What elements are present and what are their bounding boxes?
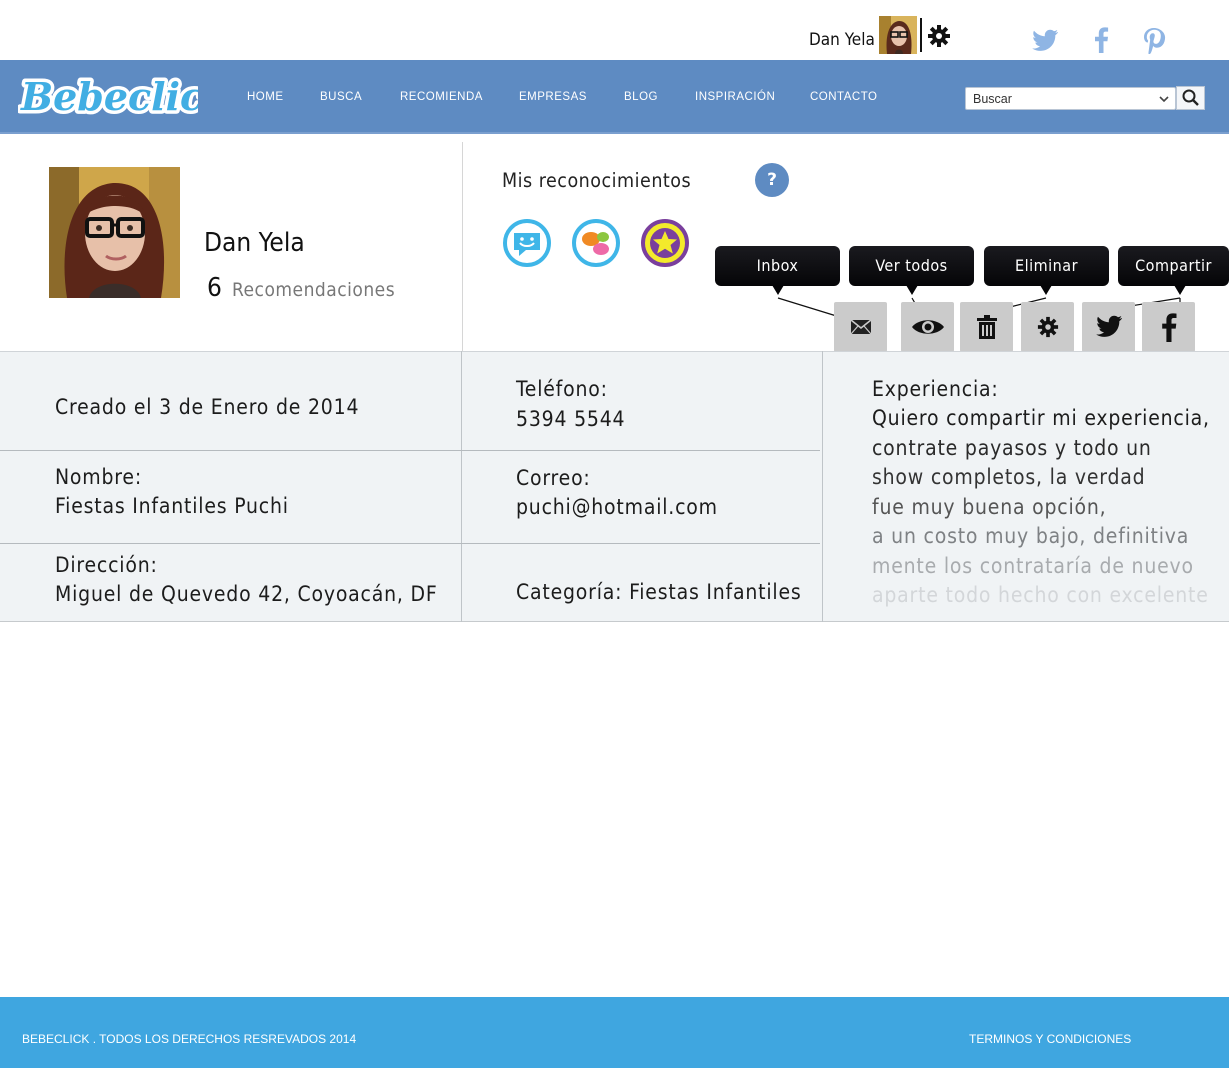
help-button[interactable]: ? <box>755 163 789 197</box>
experiencia-text: Quiero compartir mi experiencia, contrat… <box>872 404 1210 611</box>
search-icon <box>1182 89 1199 106</box>
experiencia-line: aparte todo hecho con excelente <box>872 583 1209 607</box>
share-facebook-button[interactable] <box>1142 302 1195 352</box>
facebook-icon <box>1161 313 1176 342</box>
details-row-divider <box>0 543 820 544</box>
tooltip-compartir: Compartir <box>1118 246 1229 295</box>
inbox-button[interactable] <box>834 302 887 352</box>
delete-button[interactable] <box>960 302 1013 352</box>
nav-item-contacto[interactable]: CONTACTO <box>810 91 877 103</box>
main-nav: Bebeclick Bebeclick HOME BUSCA RECOMIEND… <box>0 60 1229 134</box>
experiencia-label: Experiencia: <box>872 377 999 401</box>
twitter-icon <box>1095 315 1122 337</box>
tooltip-inbox: Inbox <box>715 246 840 295</box>
profile-photo <box>49 167 180 298</box>
nav-item-inspiracion[interactable]: INSPIRACIÓN <box>695 91 775 103</box>
top-bar: Dan Yela <box>0 0 1229 60</box>
recognitions-title: Mis reconocimientos <box>502 169 692 192</box>
profile-divider <box>462 142 463 351</box>
correo-label: Correo: <box>516 466 591 490</box>
search-select[interactable]: Buscar <box>965 87 1176 110</box>
chevron-down-icon <box>1157 89 1171 109</box>
experiencia-line: mente los contrataría de nuevo <box>872 553 1194 578</box>
trash-icon <box>976 315 997 339</box>
nav-item-blog[interactable]: BLOG <box>624 91 658 103</box>
smiley-message-icon[interactable] <box>502 218 552 268</box>
top-separator <box>920 18 922 52</box>
chat-bubbles-icon[interactable] <box>571 218 621 268</box>
details-divider <box>822 351 823 622</box>
experiencia-line: Quiero compartir mi experiencia, <box>872 406 1210 430</box>
correo-value[interactable]: puchi@hotmail.com <box>516 492 718 522</box>
mail-icon <box>850 319 871 335</box>
direccion-label: Dirección: <box>55 553 158 577</box>
experiencia-line: show completos, la verdad <box>872 465 1146 489</box>
created-date: Creado el 3 de Enero de 2014 <box>55 395 360 419</box>
gear-icon <box>1037 316 1058 338</box>
footer: BEBECLICK . TODOS LOS DERECHOS RESREVADO… <box>0 997 1229 1068</box>
avatar[interactable] <box>879 16 917 54</box>
profile-name: Dan Yela <box>204 228 305 258</box>
categoria: Categoría: Fiestas Infantiles <box>516 580 802 604</box>
gear-icon[interactable] <box>927 24 951 48</box>
nav-item-recomienda[interactable]: RECOMIENDA <box>400 91 483 103</box>
share-twitter-button[interactable] <box>1082 302 1135 352</box>
star-icon[interactable] <box>640 218 690 268</box>
telefono-label: Teléfono: <box>516 377 608 401</box>
terms-link[interactable]: TERMINOS Y CONDICIONES <box>969 1032 1131 1046</box>
search-select-value: Buscar <box>973 92 1012 106</box>
nav-item-home[interactable]: HOME <box>247 91 284 103</box>
eye-icon <box>911 320 944 334</box>
nombre-value: Fiestas Infantiles Puchi <box>55 494 289 518</box>
details-row-divider <box>0 450 820 451</box>
footer-copyright: BEBECLICK . TODOS LOS DERECHOS RESREVADO… <box>22 1032 357 1046</box>
pinterest-icon[interactable] <box>1140 26 1168 56</box>
experiencia-line: contrate payasos y todo un <box>872 435 1152 460</box>
top-user-name[interactable]: Dan Yela <box>809 30 875 50</box>
recommendations-label[interactable]: Recomendaciones <box>232 279 395 301</box>
settings-button[interactable] <box>1021 302 1074 352</box>
experiencia-line: fue muy buena opción, <box>872 494 1107 519</box>
nav-item-empresas[interactable]: EMPRESAS <box>519 91 587 103</box>
search-button[interactable] <box>1176 86 1205 110</box>
nombre-label: Nombre: <box>55 465 142 489</box>
tooltip-ver-todos: Ver todos <box>849 246 974 295</box>
details-divider <box>461 351 462 622</box>
nav-item-busca[interactable]: BUSCA <box>320 91 362 103</box>
twitter-icon[interactable] <box>1032 26 1060 54</box>
telefono-value: 5394 5544 <box>516 407 626 431</box>
svg-text:Bebeclick: Bebeclick <box>20 74 198 119</box>
view-all-button[interactable] <box>901 302 954 352</box>
direccion-value: Miguel de Quevedo 42, Coyoacán, DF <box>55 582 438 606</box>
recommendations-count: 6 <box>207 273 222 303</box>
facebook-icon[interactable] <box>1088 26 1116 54</box>
tooltip-eliminar: Eliminar <box>984 246 1109 295</box>
bebeclick-logo[interactable]: Bebeclick Bebeclick <box>17 66 234 126</box>
experiencia-line: a un costo muy bajo, definitiva <box>872 524 1190 548</box>
